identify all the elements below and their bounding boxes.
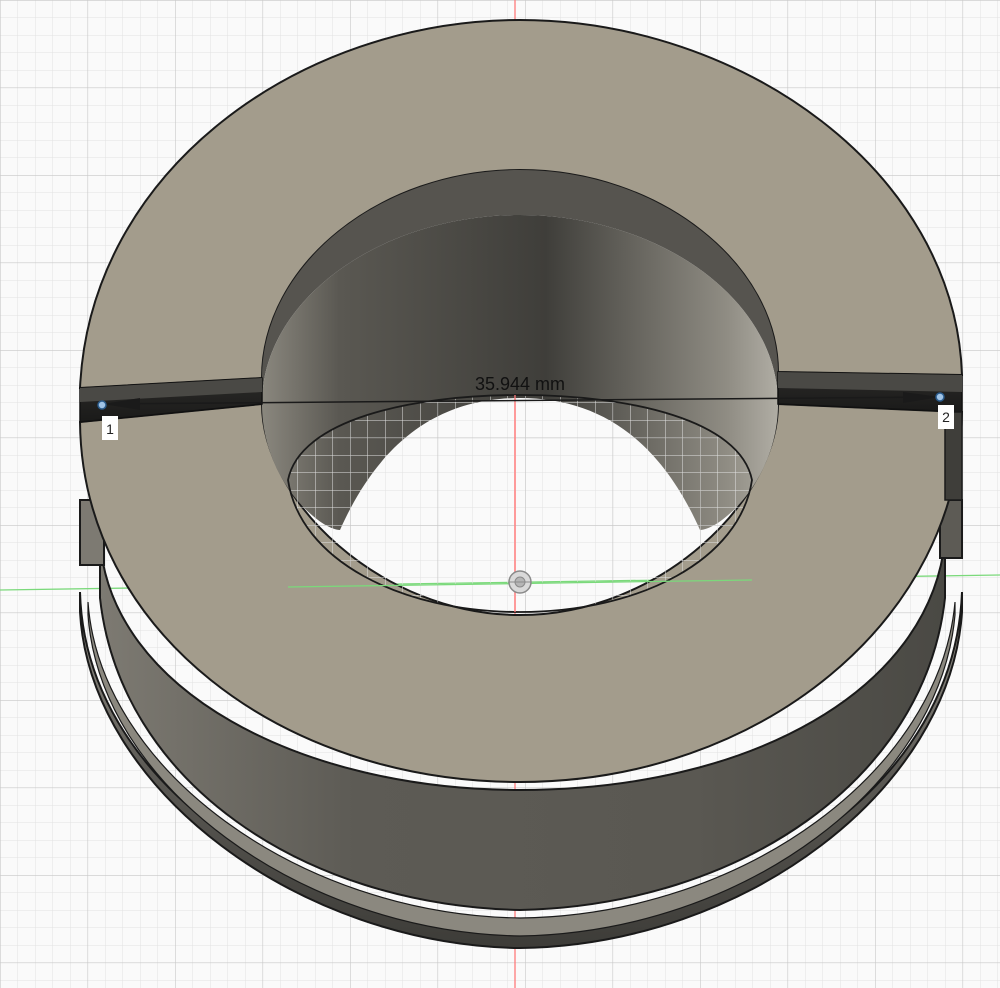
cad-viewport[interactable]: 35.944 mm 1 2 <box>0 0 1000 988</box>
measure-point-icon[interactable] <box>97 400 107 410</box>
measurement-value: 35.944 mm <box>475 374 565 394</box>
measure-point-2-label: 2 <box>942 409 950 425</box>
origin-icon[interactable] <box>508 570 532 594</box>
measure-point-icon[interactable] <box>935 392 945 402</box>
measure-point-1-label: 1 <box>106 421 114 437</box>
